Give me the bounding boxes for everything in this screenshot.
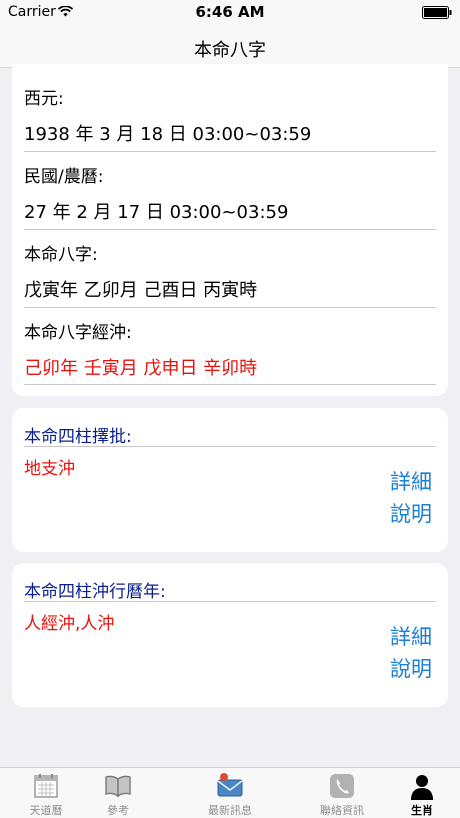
navigation-bar: 本命八字 (0, 26, 460, 68)
tab-label: 參考 (107, 804, 129, 817)
status-time: 6:46 AM (195, 3, 265, 21)
calendar-clash-result: 人經沖,人沖 (24, 614, 115, 634)
pillars-title: 本命四柱擇批: (24, 427, 132, 447)
pillars-result: 地支沖 (24, 459, 75, 479)
calendar-clash-title: 本命四柱沖行曆年: (24, 582, 166, 602)
person-icon (411, 775, 433, 800)
tab-label: 最新訊息 (208, 804, 252, 817)
calendar-icon (34, 774, 58, 798)
detail-line-2: 說明 (390, 657, 432, 681)
battery-icon (422, 6, 452, 19)
book-icon (105, 775, 131, 798)
tab-label: 聯絡資訊 (320, 804, 364, 817)
pillars-card: 本命四柱擇批: 地支沖 詳細 說明 (12, 408, 448, 552)
detail-line-1: 詳細 (390, 470, 432, 494)
tab-zodiac[interactable]: 生肖 (376, 768, 460, 818)
western-date-label: 西元: (24, 89, 64, 109)
tab-label: 生肖 (411, 804, 433, 817)
lunar-date-value: 27 年 2 月 17 日 03:00~03:59 (24, 202, 289, 223)
tab-news[interactable]: 最新訊息 (184, 768, 276, 818)
page-title: 本命八字 (194, 40, 266, 61)
bazi-clash-label: 本命八字經沖: (24, 323, 132, 343)
western-date-value: 1938 年 3 月 18 日 03:00~03:59 (24, 124, 312, 145)
tab-contact[interactable]: 聯絡資訊 (296, 768, 388, 818)
pillars-detail-button[interactable]: 詳細 說明 (390, 466, 432, 530)
bazi-label: 本命八字: (24, 245, 98, 265)
divider (24, 307, 436, 308)
bazi-value: 戊寅年 乙卯月 己酉日 丙寅時 (24, 280, 258, 301)
lunar-date-label: 民國/農曆: (24, 167, 104, 187)
status-bar: Carrier 6:46 AM (0, 0, 460, 26)
detail-line-1: 詳細 (390, 625, 432, 649)
calendar-clash-card: 本命四柱沖行曆年: 人經沖,人沖 詳細 說明 (12, 563, 448, 707)
divider (24, 151, 436, 152)
divider (24, 601, 436, 602)
divider (24, 446, 436, 447)
phone-icon (330, 774, 354, 798)
tab-bar: 天道曆 參考 最新訊息 聯絡資訊 生肖 (0, 767, 460, 818)
divider (24, 384, 436, 385)
detail-line-2: 說明 (390, 502, 432, 526)
birth-info-card: 西元: 1938 年 3 月 18 日 03:00~03:59 民國/農曆: 2… (12, 64, 448, 396)
tab-reference[interactable]: 參考 (72, 768, 164, 818)
mail-icon (217, 773, 243, 797)
calendar-clash-detail-button[interactable]: 詳細 說明 (390, 621, 432, 685)
bazi-clash-value: 己卯年 壬寅月 戊申日 辛卯時 (24, 358, 258, 379)
divider (24, 229, 436, 230)
